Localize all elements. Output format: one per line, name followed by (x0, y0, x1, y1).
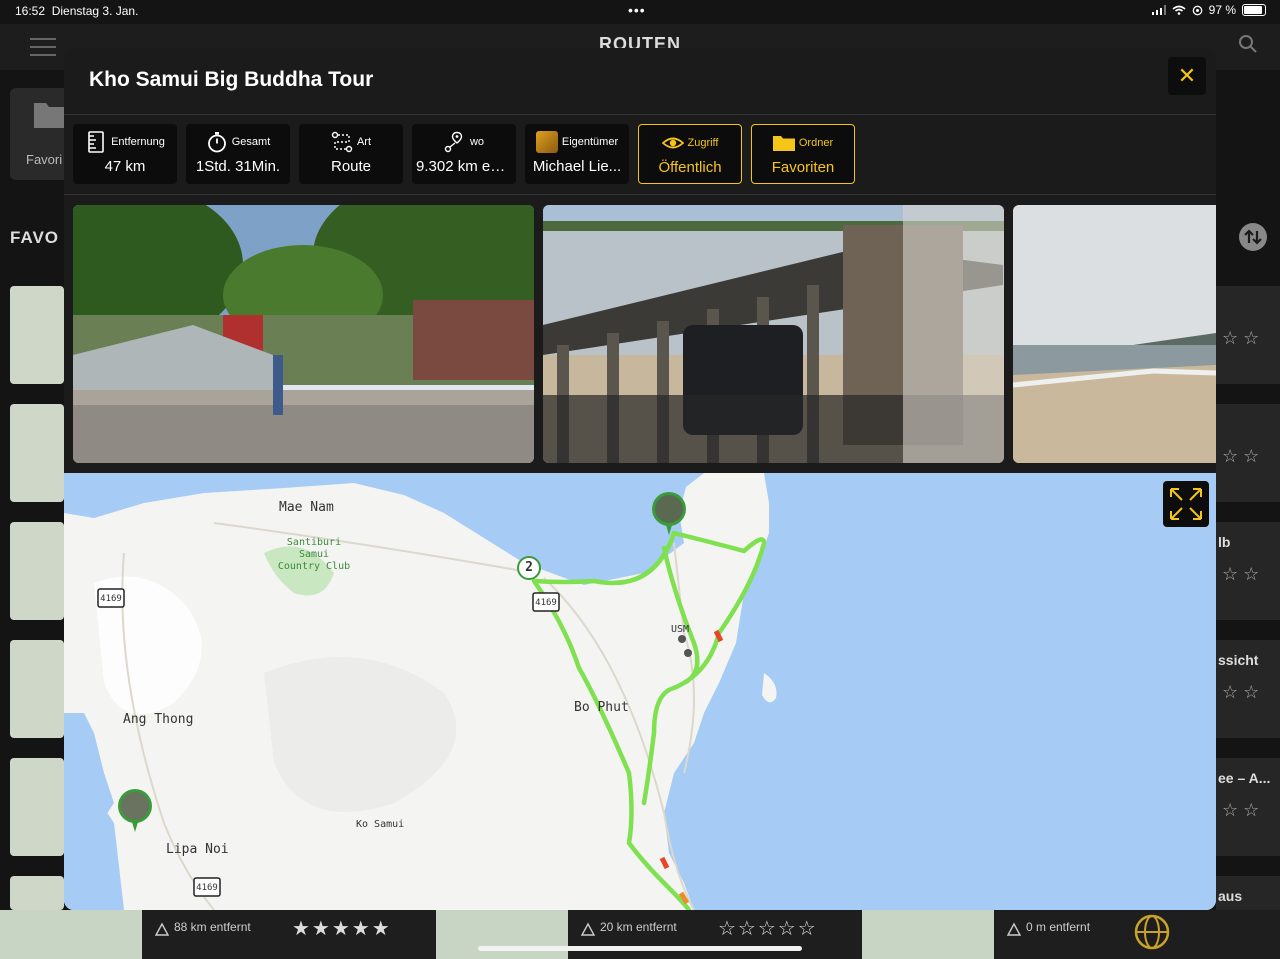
chip-location[interactable]: wo 9.302 km entfernt (412, 124, 516, 184)
home-indicator[interactable] (478, 946, 802, 951)
signal-icon (1151, 5, 1166, 15)
map-label-mae-nam: Mae Nam (279, 500, 334, 515)
map-label-bo-phut: Bo Phut (574, 700, 629, 715)
modal-header: Kho Samui Big Buddha Tour ✕ (64, 48, 1216, 115)
route-card-title: ee – A... (1218, 770, 1271, 786)
chip-access[interactable]: Zugriff Öffentlich (638, 124, 742, 184)
chip-distance[interactable]: Entfernung 47 km (73, 124, 177, 184)
chip-owner[interactable]: Eigentümer Michael Lie... (525, 124, 629, 184)
chip-owner-value: Michael Lie... (532, 158, 622, 175)
status-time: 16:52 Dienstag 3. Jan. (15, 4, 139, 18)
rating-stars: ☆ ☆ (1222, 564, 1260, 584)
globe-logo-icon (1134, 914, 1170, 950)
distance-icon (580, 922, 596, 936)
route-detail-modal: Kho Samui Big Buddha Tour ✕ Entfernung 4… (64, 48, 1216, 910)
rating-stars: ☆ ☆ (1222, 682, 1260, 702)
distance-icon (154, 922, 170, 936)
route-distance: 0 m entfernt (1026, 920, 1091, 934)
route-card-right[interactable]: lb ☆ ☆ (1216, 522, 1280, 620)
route-card-title: aus (1218, 888, 1243, 904)
route-map[interactable]: Mae Nam Santiburi Samui Country Club Ang… (64, 473, 1216, 910)
rating-stars: ★★★★★ (292, 918, 392, 940)
photo-temple[interactable] (73, 205, 534, 463)
route-card-title: lb (1218, 534, 1231, 550)
search-icon[interactable] (1238, 34, 1258, 54)
distance-icon (1006, 922, 1022, 936)
chip-distance-value: 47 km (104, 158, 146, 175)
route-thumbnail[interactable] (10, 286, 64, 384)
chip-type-value: Route (330, 158, 372, 175)
chip-location-value: 9.302 km entfernt (416, 158, 512, 175)
photo-camera-balcony[interactable] (543, 205, 1004, 463)
favorites-tile-label: Favori (26, 152, 63, 167)
route-icon (331, 131, 353, 153)
route-distance: 88 km entfernt (174, 920, 251, 934)
route-thumbnail[interactable] (436, 910, 568, 959)
expand-map-button[interactable] (1163, 481, 1209, 527)
map-label-airport: USM (671, 624, 690, 635)
stopwatch-icon (207, 132, 226, 153)
route-thumbnail[interactable] (0, 910, 142, 959)
header-divider (64, 194, 1216, 195)
chip-total-time-value: 1Std. 31Min. (195, 158, 281, 175)
chip-folder-value: Favoriten (771, 159, 835, 176)
route-title: Kho Samui Big Buddha Tour (89, 68, 374, 91)
route-thumbnail[interactable] (10, 876, 64, 910)
location-services-icon (1192, 5, 1202, 15)
route-thumbnail[interactable] (10, 640, 64, 738)
map-label-ang-thong: Ang Thong (123, 712, 194, 727)
route-card-right[interactable]: aus (1216, 876, 1280, 910)
map-label-lipa-noi: Lipa Noi (166, 842, 229, 857)
map-label-ko-samui: Ko Samui (356, 819, 405, 830)
section-heading: FAVO (10, 228, 60, 247)
chip-folder[interactable]: Ordner Favoriten (751, 124, 855, 184)
location-distance-icon (444, 131, 463, 153)
folder-icon (772, 136, 795, 151)
close-button[interactable]: ✕ (1168, 57, 1206, 95)
bottom-route-strip: 88 km entfernt ★★★★★ 20 km entfernt ☆☆☆☆… (0, 910, 1280, 959)
road-number: 4169 (100, 594, 122, 604)
waypoint-number: 2 (525, 560, 533, 575)
chip-total-time[interactable]: Gesamt 1Std. 31Min. (186, 124, 290, 184)
chip-type[interactable]: Art Route (299, 124, 403, 184)
route-thumbnail[interactable] (862, 910, 994, 959)
rating-stars: ☆ ☆ (1222, 446, 1260, 466)
route-thumbnail[interactable] (10, 758, 64, 856)
sort-icon[interactable] (1238, 222, 1268, 252)
wifi-icon (1172, 5, 1186, 15)
owner-avatar-icon (535, 131, 558, 153)
route-card-right[interactable]: ☆ ☆ (1216, 286, 1280, 384)
folder-icon (34, 103, 68, 128)
route-card-right[interactable]: ee – A... ☆ ☆ (1216, 758, 1280, 856)
eye-icon (661, 137, 684, 149)
battery-percent: 97 % (1208, 3, 1236, 17)
route-card-right[interactable]: ssicht ☆ ☆ (1216, 640, 1280, 738)
route-card-right[interactable]: ☆ ☆ (1216, 404, 1280, 502)
status-bar: 16:52 Dienstag 3. Jan. ••• 97 % (0, 0, 1280, 24)
route-info-chips: Entfernung 47 km Gesamt 1Std. 31Min. Art… (73, 124, 855, 184)
photo-gallery[interactable] (73, 205, 1216, 463)
status-right: 97 % (1151, 3, 1266, 17)
route-thumbnail[interactable] (10, 522, 64, 620)
map-label-santiburi: Santiburi Samui Country Club (277, 537, 351, 572)
road-number: 4169 (196, 883, 218, 893)
multitask-dots[interactable]: ••• (628, 2, 646, 18)
route-distance: 20 km entfernt (600, 920, 677, 934)
rating-stars: ☆☆☆☆☆ (718, 918, 818, 940)
route-thumbnail[interactable] (10, 404, 64, 502)
road-number: 4169 (535, 598, 557, 608)
chip-access-value: Öffentlich (658, 159, 722, 176)
route-card-title: ssicht (1218, 652, 1259, 668)
rating-stars: ☆ ☆ (1222, 328, 1260, 348)
expand-icon (1170, 488, 1202, 520)
ruler-icon (88, 131, 104, 153)
battery-icon (1242, 4, 1266, 16)
photo-beach[interactable] (1013, 205, 1216, 463)
rating-stars: ☆ ☆ (1222, 800, 1260, 820)
